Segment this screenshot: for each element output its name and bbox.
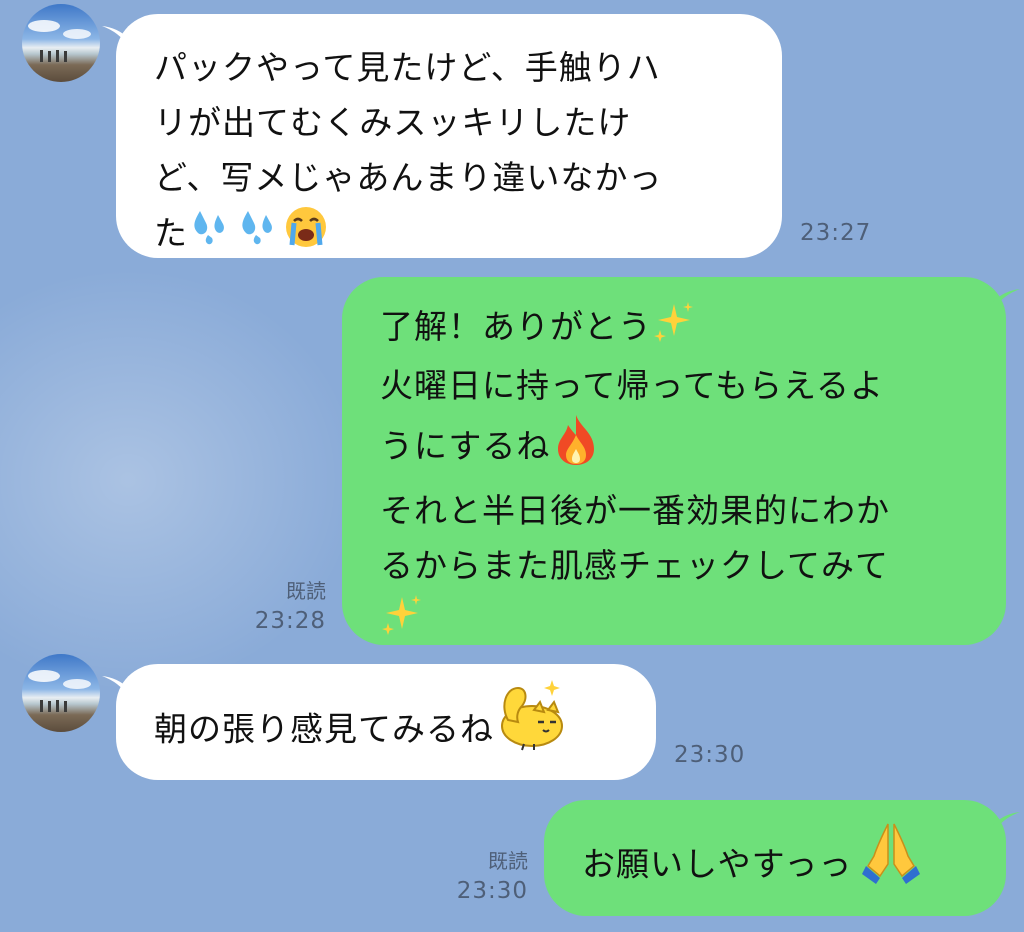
message-bubble-outgoing[interactable]: 了解！ありがとう 火曜日に持って帰ってもらえるよ うにするね それと半日後が一番… xyxy=(342,277,1020,645)
message-time: 23:30 xyxy=(456,878,528,904)
background-cloud xyxy=(0,250,380,710)
bubble-tail xyxy=(102,676,132,704)
read-receipt: 既読 xyxy=(488,849,528,873)
sweat-droplets-icon xyxy=(188,207,232,263)
message-text: お願いしやすっっ xyxy=(582,823,986,902)
flexing-cat-sticker-icon xyxy=(494,676,570,768)
message-bubble-outgoing[interactable]: お願いしやすっっ xyxy=(544,800,1020,916)
fire-icon xyxy=(550,413,602,483)
sweat-droplets-icon xyxy=(232,207,284,263)
sparkles-icon xyxy=(652,300,696,358)
read-receipt: 既読 xyxy=(286,579,326,603)
bubble-tail xyxy=(102,26,132,54)
bubble-tail xyxy=(990,812,1020,840)
loudly-crying-face-icon xyxy=(284,205,328,265)
message-meta: 既読 23:30 xyxy=(448,846,528,906)
message-text: 朝の張り感見てみるね xyxy=(154,680,636,768)
message-meta: 既読 23:28 xyxy=(246,576,326,636)
message-text: 了解！ありがとう 火曜日に持って帰ってもらえるよ うにするね それと半日後が一番… xyxy=(380,299,986,651)
message-time: 23:28 xyxy=(254,608,326,634)
message-bubble-incoming[interactable]: 朝の張り感見てみるね xyxy=(102,664,656,780)
message-bubble-incoming[interactable]: パックやって見たけど、手触りハ リが出てむくみスッキリしたけ ど、写メじゃあんま… xyxy=(102,14,782,258)
message-text: パックやって見たけど、手触りハ リが出てむくみスッキリしたけ ど、写メじゃあんま… xyxy=(154,40,746,265)
sparkles-icon xyxy=(380,593,424,651)
message-meta: 23:30 xyxy=(674,740,745,770)
bubble-tail xyxy=(990,289,1020,317)
message-meta: 23:27 xyxy=(800,218,871,248)
folded-hands-icon xyxy=(860,820,922,902)
avatar[interactable] xyxy=(22,4,100,82)
message-time: 23:27 xyxy=(800,220,872,246)
message-time: 23:30 xyxy=(674,742,746,768)
avatar[interactable] xyxy=(22,654,100,732)
